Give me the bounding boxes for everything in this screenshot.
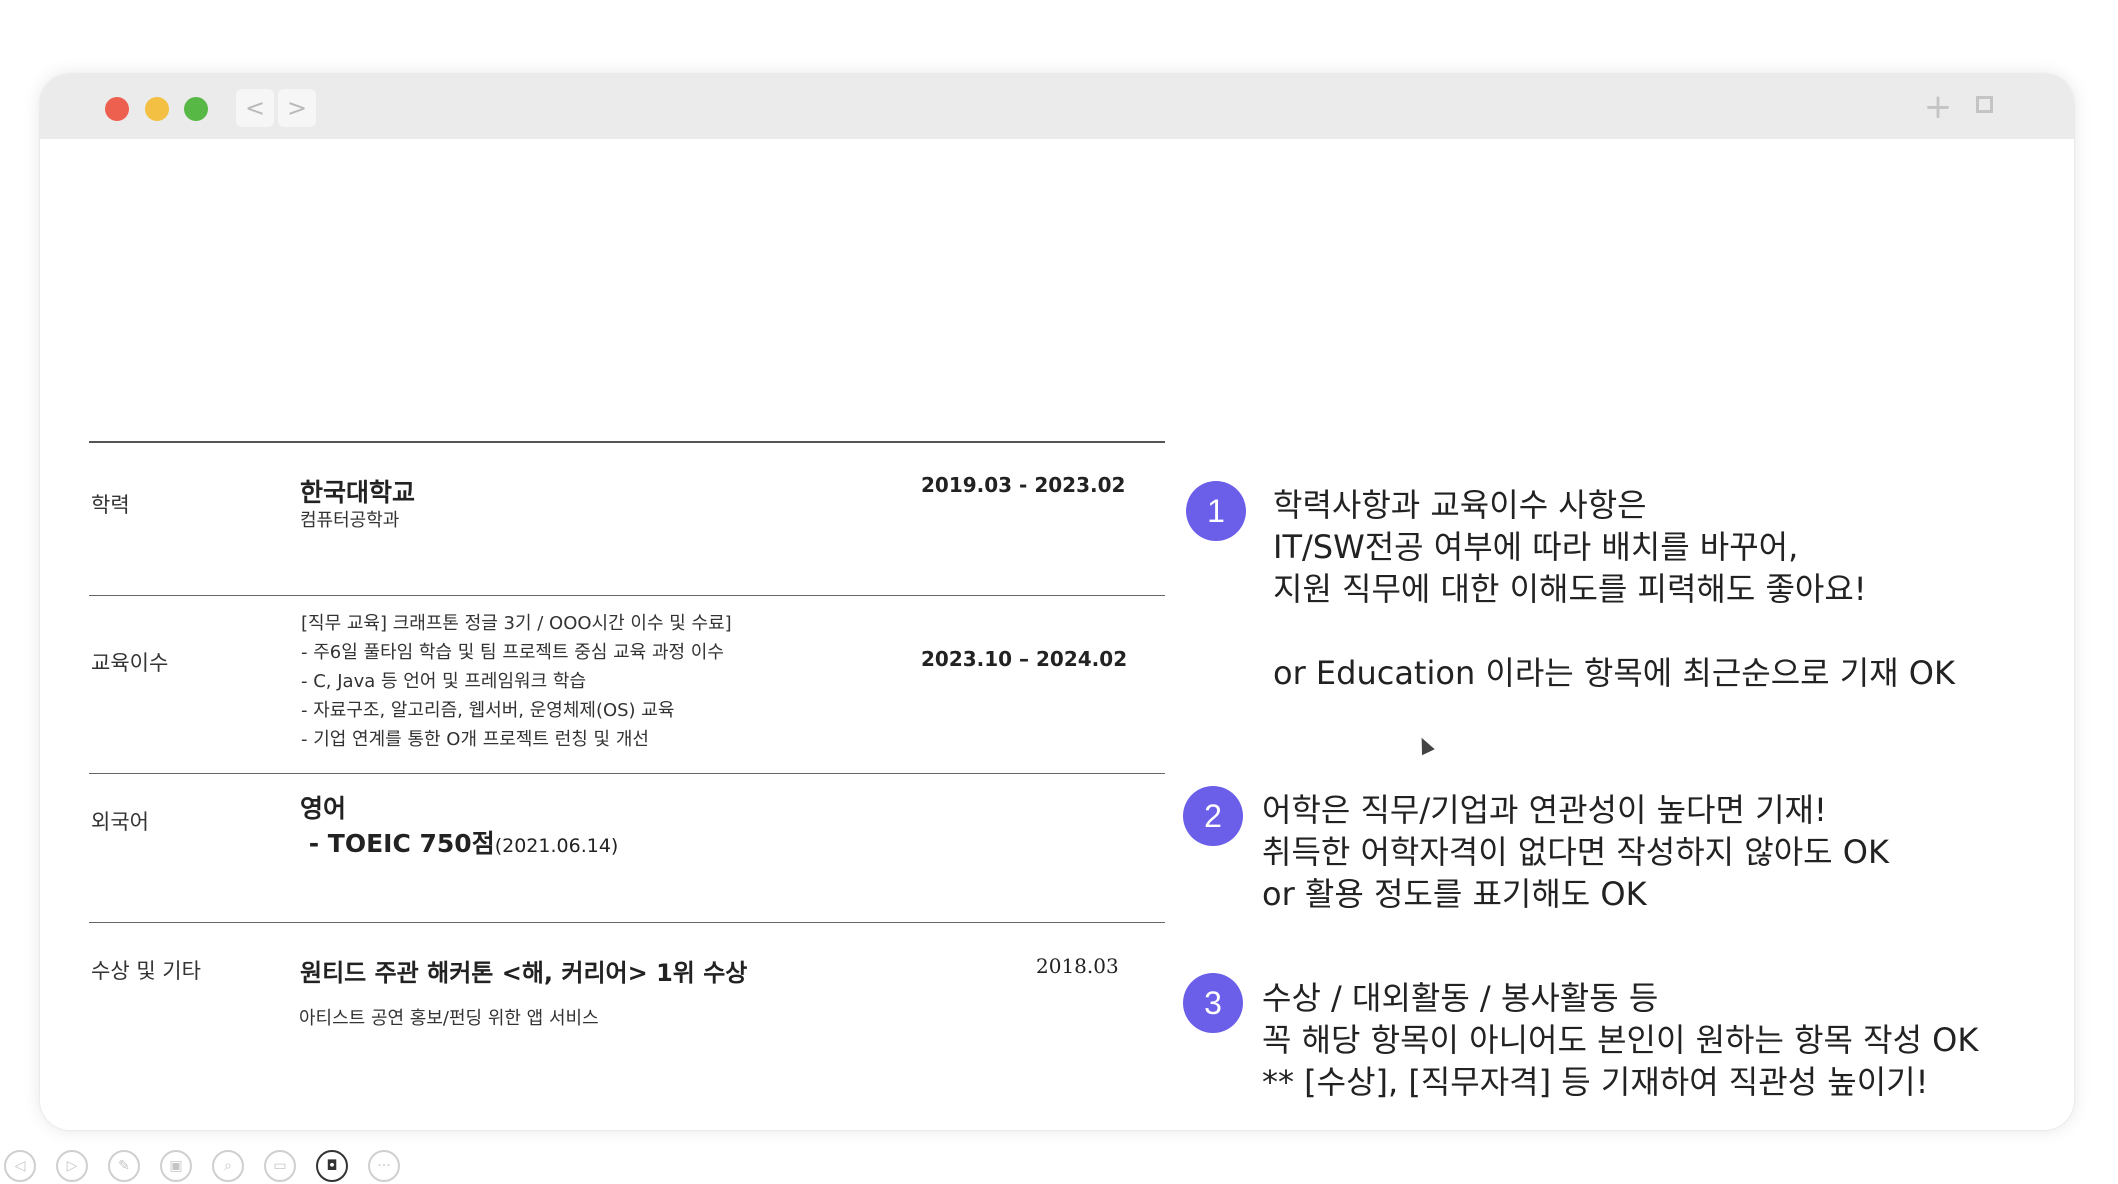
- training-line: - 기업 연계를 통한 O개 프로젝트 런칭 및 개선: [301, 729, 649, 750]
- pen-icon[interactable]: ✎: [108, 1150, 140, 1182]
- note-badge-2: 2: [1183, 786, 1243, 846]
- section-divider: [89, 922, 1165, 923]
- note-line: [1273, 610, 1955, 652]
- title-bar: < > +: [40, 74, 2074, 139]
- note-badge-1: 1: [1186, 481, 1246, 541]
- language-test: - TOEIC 750점(2021.06.14): [300, 824, 619, 860]
- note-line: 꼭 해당 항목이 아니어도 본인이 원하는 항목 작성 OK: [1262, 1021, 1979, 1059]
- award-title: 원티드 주관 해커톤 <해, 커리어> 1위 수상: [300, 959, 748, 987]
- note-line: ** [수상], [직무자격] 등 기재하여 직관성 높이기!: [1262, 1063, 1929, 1101]
- minimize-button[interactable]: [145, 97, 169, 121]
- note-line: 지원 직무에 대한 이해도를 피력해도 좋아요!: [1273, 570, 1867, 608]
- school-name: 한국대학교: [300, 478, 416, 507]
- section-divider: [89, 441, 1165, 443]
- new-tab-button[interactable]: +: [1923, 90, 1953, 124]
- section-divider: [89, 595, 1165, 596]
- education-label: 학력: [91, 493, 130, 517]
- note-1: 학력사항과 교육이수 사항은 IT/SW전공 여부에 따라 배치를 바꾸어, 지…: [1273, 484, 1955, 694]
- language-name: 영어: [300, 794, 347, 823]
- fullscreen-icon[interactable]: [1976, 96, 1993, 113]
- training-line: - 자료구조, 알고리즘, 웹서버, 운영체제(OS) 교육: [301, 700, 675, 721]
- forward-button[interactable]: >: [278, 89, 316, 127]
- note-3: 수상 / 대외활동 / 봉사활동 등 꼭 해당 항목이 아니어도 본인이 원하는…: [1262, 977, 1978, 1103]
- award-date: 2018.03: [1036, 954, 1119, 978]
- training-line: - 주6일 풀타임 학습 및 팀 프로젝트 중심 교육 과정 이수: [301, 642, 724, 663]
- training-line: - C, Java 등 언어 및 프레임워크 학습: [301, 671, 587, 692]
- browser-window: < > + 학력 한국대학교 컴퓨터공학과 2019.03 - 2023.02 …: [40, 74, 2074, 1130]
- slide-content: 학력 한국대학교 컴퓨터공학과 2019.03 - 2023.02 교육이수 […: [40, 139, 2074, 1130]
- mouse-cursor-icon: [1415, 734, 1435, 756]
- training-line: [직무 교육] 크래프톤 정글 3기 / OOO시간 이수 및 수료]: [301, 613, 732, 634]
- toeic-date: (2021.06.14): [494, 835, 619, 857]
- prev-icon[interactable]: ◁: [4, 1150, 36, 1182]
- slides-icon[interactable]: ▣: [160, 1150, 192, 1182]
- note-line: or 활용 정도를 표기해도 OK: [1262, 875, 1647, 913]
- note-line: 취득한 어학자격이 없다면 작성하지 않아도 OK: [1262, 833, 1889, 871]
- language-label: 외국어: [91, 810, 149, 834]
- zoom-icon[interactable]: ⌕: [212, 1150, 244, 1182]
- close-button[interactable]: [105, 97, 129, 121]
- back-button[interactable]: <: [236, 89, 274, 127]
- more-icon[interactable]: ···: [368, 1150, 400, 1182]
- note-line: 어학은 직무/기업과 연관성이 높다면 기재!: [1262, 791, 1827, 829]
- section-divider: [89, 773, 1165, 774]
- note-line: 수상 / 대외활동 / 봉사활동 등: [1262, 979, 1659, 1017]
- award-description: 아티스트 공연 홍보/펀딩 위한 앱 서비스: [299, 1008, 599, 1029]
- note-badge-3: 3: [1183, 973, 1243, 1033]
- training-period: 2023.10 – 2024.02: [921, 647, 1128, 671]
- camera-icon[interactable]: ◘: [316, 1150, 348, 1182]
- toeic-score: - TOEIC 750점: [300, 829, 495, 858]
- awards-label: 수상 및 기타: [91, 959, 201, 983]
- player-toolbar: ◁ ▷ ✎ ▣ ⌕ ▭ ◘ ···: [0, 1148, 420, 1184]
- training-label: 교육이수: [91, 651, 169, 675]
- subtitles-icon[interactable]: ▭: [264, 1150, 296, 1182]
- note-2: 어학은 직무/기업과 연관성이 높다면 기재! 취득한 어학자격이 없다면 작성…: [1262, 789, 1889, 915]
- zoom-button[interactable]: [184, 97, 208, 121]
- note-line: or Education 이라는 항목에 최근순으로 기재 OK: [1273, 654, 1955, 692]
- note-line: IT/SW전공 여부에 따라 배치를 바꾸어,: [1273, 528, 1799, 566]
- education-period: 2019.03 - 2023.02: [921, 473, 1126, 497]
- note-line: 학력사항과 교육이수 사항은: [1273, 486, 1647, 524]
- training-details: [직무 교육] 크래프톤 정글 3기 / OOO시간 이수 및 수료] - 주6…: [301, 609, 732, 754]
- major-name: 컴퓨터공학과: [300, 510, 400, 531]
- play-icon[interactable]: ▷: [56, 1150, 88, 1182]
